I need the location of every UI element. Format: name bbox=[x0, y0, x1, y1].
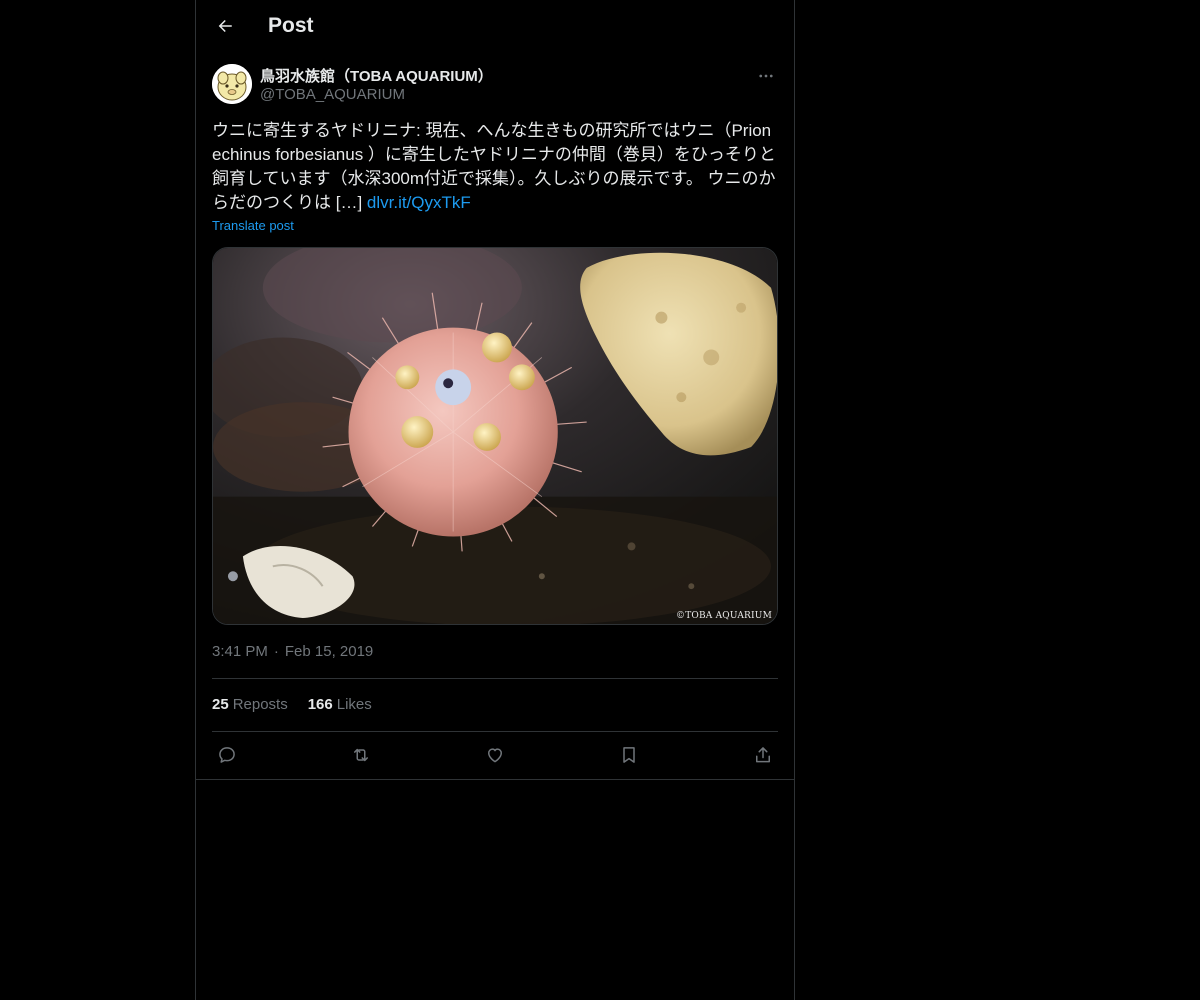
likes-stat[interactable]: 166 Likes bbox=[308, 696, 372, 713]
post-header: Post bbox=[196, 0, 794, 54]
heart-icon bbox=[488, 748, 502, 763]
like-button[interactable] bbox=[480, 740, 510, 770]
share-button[interactable] bbox=[748, 740, 778, 770]
share-icon bbox=[756, 747, 770, 763]
media-watermark: ©TOBA AQUARIUM bbox=[676, 611, 772, 621]
post-body: ウニに寄生するヤドリニナ: 現在、へんな生きもの研究所ではウニ（Prionech… bbox=[212, 121, 776, 212]
avatar[interactable] bbox=[212, 64, 252, 104]
more-icon bbox=[759, 74, 773, 78]
translate-post-link[interactable]: Translate post bbox=[212, 218, 294, 233]
sea-urchin-photo bbox=[213, 248, 777, 624]
reposts-label: Reposts bbox=[232, 696, 288, 713]
reposts-stat[interactable]: 25 Reposts bbox=[212, 696, 288, 713]
post-date[interactable]: Feb 15, 2019 bbox=[285, 643, 373, 660]
repost-button[interactable] bbox=[346, 740, 376, 770]
bookmark-icon bbox=[623, 747, 635, 763]
post-text: ウニに寄生するヤドリニナ: 現在、へんな生きもの研究所ではウニ（Prionech… bbox=[212, 119, 778, 215]
repost-icon bbox=[354, 748, 368, 762]
avatar-image bbox=[212, 64, 252, 104]
post-bottom-border bbox=[196, 779, 794, 780]
likes-label: Likes bbox=[336, 696, 372, 713]
divider bbox=[212, 678, 778, 679]
arrow-left-icon bbox=[218, 20, 232, 32]
likes-count: 166 bbox=[307, 696, 333, 713]
divider bbox=[212, 731, 778, 732]
post-actions bbox=[212, 740, 778, 770]
reposts-count: 25 bbox=[212, 696, 229, 713]
post-link[interactable]: dlvr.it/QyxTkF bbox=[367, 193, 471, 212]
page-title: Post bbox=[268, 14, 314, 37]
reply-icon bbox=[219, 747, 235, 763]
back-button[interactable] bbox=[208, 9, 242, 43]
post-media[interactable]: ©TOBA AQUARIUM bbox=[212, 247, 778, 625]
post-author: 鳥羽水族館（TOBA AQUARIUM） @TOBA_AQUARIUM bbox=[212, 64, 778, 108]
author-handle[interactable]: @TOBA_AQUARIUM bbox=[260, 86, 405, 103]
more-button[interactable] bbox=[754, 64, 778, 88]
post-column: Post 鳥羽水族館（TOBA AQUARIUM） @TOBA_AQUARIUM bbox=[195, 0, 795, 1000]
post-stats: 25 Reposts 166 Likes bbox=[212, 696, 392, 713]
bookmark-button[interactable] bbox=[614, 740, 644, 770]
timestamp-separator: · bbox=[273, 643, 279, 660]
author-display-name[interactable]: 鳥羽水族館（TOBA AQUARIUM） bbox=[260, 65, 493, 86]
reply-button[interactable] bbox=[212, 740, 242, 770]
post-time[interactable]: 3:41 PM bbox=[212, 643, 268, 660]
post-timestamp: 3:41 PM · Feb 15, 2019 bbox=[212, 643, 373, 660]
